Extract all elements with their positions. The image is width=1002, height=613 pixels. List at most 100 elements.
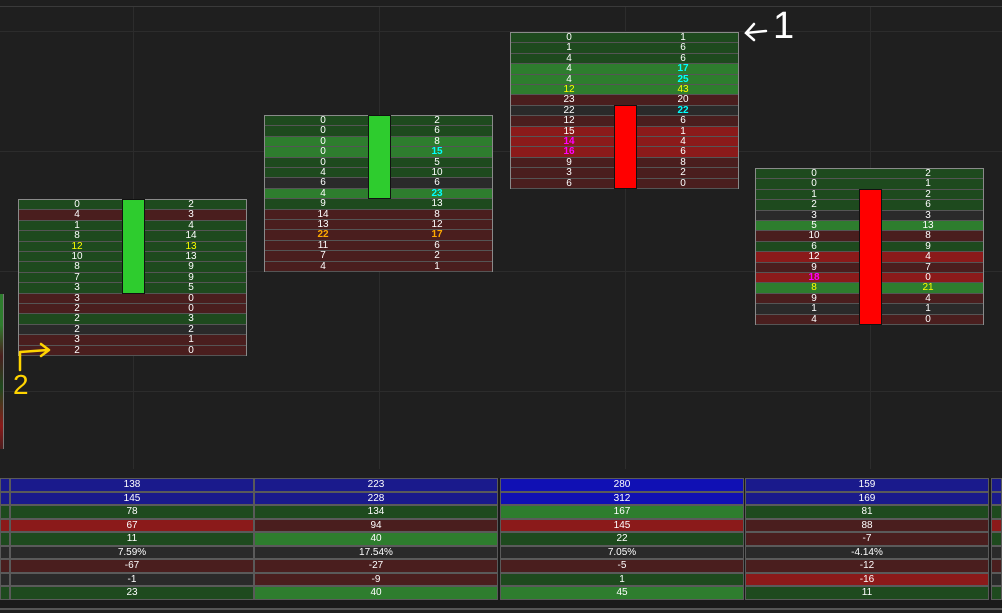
footprint-bar-3[interactable]: 0 1 1 6 4 6 4 17 4 25 12 43 23 20 22 22 12 6 15 1 14 4 16 6 9 8 3 2… — [510, 32, 739, 189]
summary-cell-stub — [991, 586, 1002, 600]
annotation-label-2: 2 — [13, 369, 29, 400]
ask-volume: 1 — [188, 334, 194, 346]
bid-volume: 0 — [811, 178, 817, 190]
bid-volume: 12 — [808, 251, 820, 263]
bid-volume: 0 — [320, 125, 326, 137]
bid-volume: 0 — [320, 146, 326, 158]
footprint-row: 12 43 — [511, 85, 738, 96]
footprint-bar-4[interactable]: 0 2 0 1 1 2 2 6 3 3 5 13 10 8 6 9 12 4 9 7 18 0 8 21 9 4 1 1 4 0 — [755, 168, 984, 325]
summary-row: 138 223 280 159 — [0, 478, 1002, 492]
footprint-row: 22 17 — [265, 229, 492, 241]
footprint-row: 4 17 — [511, 64, 738, 75]
ask-volume: 2 — [680, 167, 686, 179]
ask-volume: 1 — [925, 303, 931, 315]
footprint-row: 13 12 — [265, 220, 492, 231]
summary-cell-stub — [991, 505, 1002, 519]
bid-volume: 16 — [563, 146, 575, 158]
summary-cell: -27 — [254, 559, 498, 573]
ask-volume: 6 — [680, 115, 686, 127]
summary-cell: 88 — [745, 518, 989, 533]
ask-volume: 0 — [188, 344, 194, 356]
summary-cell-stub — [0, 559, 10, 573]
footprint-row: 4 25 — [511, 74, 738, 85]
bid-volume: 4 — [320, 260, 326, 272]
summary-cell: 1 — [500, 572, 744, 587]
summary-cell: 17.54% — [254, 545, 498, 560]
summary-cell: 145 — [500, 518, 744, 533]
ask-volume: 14 — [185, 230, 197, 242]
footprint-row: 14 8 — [265, 209, 492, 220]
ask-volume: 21 — [922, 282, 934, 294]
footprint-bar-1[interactable]: 0 2 4 3 1 4 8 14 12 13 10 13 8 9 7 9 3 5 3 0 2 0 2 3 2 2 3 1 2 0 — [18, 199, 247, 356]
footprint-row: 72 — [265, 250, 492, 262]
ask-volume: 1 — [434, 260, 440, 272]
summary-cell: -67 — [10, 559, 254, 573]
footprint-row: 46 — [511, 53, 738, 65]
summary-cell-stub — [991, 532, 1002, 546]
footprint-row: 01 — [511, 33, 738, 44]
summary-cell: 40 — [254, 586, 498, 600]
footprint-row: 16 — [511, 42, 738, 54]
summary-cell-stub — [0, 505, 10, 519]
footprint-chart-area[interactable]: 0 2 4 3 1 4 8 14 12 13 10 13 8 9 7 9 3 5 3 0 2 0 2 3 2 2 3 1 2 0 0 2 0 6 0… — [0, 6, 1002, 469]
summary-cell: 7.59% — [10, 545, 254, 560]
ask-volume: 0 — [925, 313, 931, 325]
bid-volume: 12 — [563, 115, 575, 127]
bearish-candle-body — [859, 188, 882, 325]
summary-cell-stub — [0, 491, 10, 506]
summary-cell-stub — [0, 518, 10, 533]
ask-volume: 13 — [431, 198, 443, 210]
summary-cell-stub — [991, 478, 1002, 492]
summary-row: 67 94 145 88 — [0, 518, 1002, 533]
summary-row: -67 -27 -5 -12 — [0, 559, 1002, 573]
bid-volume: 6 — [320, 177, 326, 189]
ask-volume: 4 — [925, 251, 931, 263]
summary-cell: 23 — [10, 586, 254, 600]
summary-cell-stub — [0, 545, 10, 560]
summary-cell: 145 — [10, 491, 254, 506]
footprint-row: 22 — [19, 324, 246, 336]
grid-line — [0, 151, 1002, 152]
ask-volume: 1 — [925, 178, 931, 190]
bid-volume: 3 — [566, 167, 572, 179]
ask-volume: 6 — [434, 125, 440, 137]
bid-volume: 10 — [808, 230, 820, 242]
summary-cell-stub — [991, 491, 1002, 506]
summary-row: 145 228 312 169 — [0, 491, 1002, 506]
summary-cell: 67 — [10, 518, 254, 533]
bid-volume: 6 — [566, 177, 572, 189]
partial-footprint-left — [0, 294, 4, 449]
summary-cell-stub — [991, 572, 1002, 587]
ask-volume: 6 — [434, 177, 440, 189]
bid-volume: 8 — [74, 261, 80, 273]
bid-volume: 4 — [74, 209, 80, 221]
bid-volume: 3 — [74, 334, 80, 346]
summary-cell: -4.14% — [745, 545, 989, 560]
ask-volume: 17 — [431, 229, 443, 241]
bid-volume: 23 — [563, 94, 575, 106]
summary-cell: 40 — [254, 532, 498, 546]
footprint-bar-2[interactable]: 0 2 0 6 0 8 0 15 0 5 4 10 6 6 4 23 9 13 14 8 13 12 22 17 11 6 7 2 4 1 — [264, 115, 493, 272]
summary-cell-stub — [991, 545, 1002, 560]
bid-volume: 22 — [317, 229, 329, 241]
summary-cell-stub — [991, 559, 1002, 573]
summary-table: 138 223 280 159 145 228 312 169 78 134 167 81 67 94 14… — [0, 478, 1002, 608]
bid-volume: 8 — [74, 230, 80, 242]
summary-cell: 169 — [745, 491, 989, 506]
summary-row: 11 40 22 -7 — [0, 532, 1002, 546]
footprint-row: 9 13 — [265, 198, 492, 210]
summary-cell: -5 — [500, 559, 744, 573]
footprint-row: 20 — [19, 304, 246, 315]
summary-cell: 138 — [10, 478, 254, 492]
summary-cell-stub — [0, 572, 10, 587]
ask-volume: 3 — [188, 209, 194, 221]
ask-volume: 2 — [434, 250, 440, 262]
grid-line — [0, 31, 1002, 32]
summary-cell: 134 — [254, 505, 498, 519]
footprint-row: 11 6 — [265, 240, 492, 252]
bid-volume: 1 — [566, 42, 572, 54]
ask-volume: 6 — [680, 146, 686, 158]
summary-row: 23 40 45 11 — [0, 586, 1002, 600]
bearish-candle-body — [614, 104, 637, 189]
ask-volume: 15 — [431, 146, 443, 158]
